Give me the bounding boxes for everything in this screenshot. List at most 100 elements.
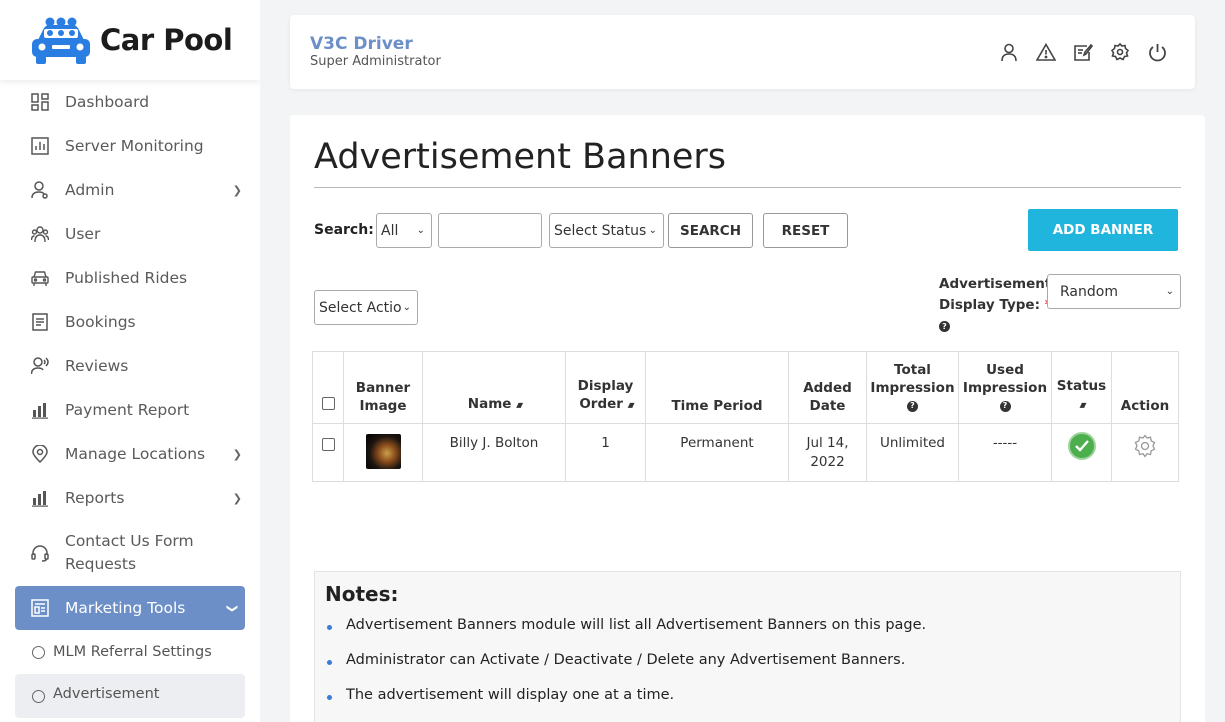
help-icon[interactable]: ? [999, 400, 1011, 412]
status-active-icon[interactable] [1067, 432, 1096, 460]
sidebar-item-label: Admin [65, 181, 115, 199]
sidebar-subitem-label: MLM Referral Settings [53, 644, 212, 660]
sidebar-item-label: User [65, 225, 101, 243]
display-type-label: Advertisement Display Type: * ? [939, 274, 1052, 337]
display-type-select[interactable]: Random ⌄ [1047, 274, 1181, 309]
edit-icon[interactable] [1073, 42, 1093, 62]
app-name: Car Pool [100, 23, 233, 57]
header-label: Added [803, 380, 852, 396]
select-all-checkbox[interactable] [321, 397, 335, 410]
display-type-label-line1: Advertisement [939, 276, 1052, 292]
status-select[interactable]: Select Status ⌄ [549, 213, 664, 248]
sidebar-subitem-mlm-referral[interactable]: MLM Referral Settings [0, 630, 260, 674]
notes-title: Notes: [325, 582, 399, 606]
car-icon [30, 268, 50, 288]
power-icon[interactable] [1147, 42, 1167, 62]
name-cell: Billy J. Bolton [422, 423, 566, 482]
sidebar-item-contact-us[interactable]: Contact Us Form Requests [0, 520, 260, 586]
table-header-row: Banner Image Name ▴▾ Display Order ▴▾ Time… [312, 351, 1179, 424]
status-cell [1051, 423, 1112, 482]
sidebar-item-label: Dashboard [65, 93, 150, 111]
car-pool-logo-icon [32, 17, 90, 64]
sidebar-item-server-monitoring[interactable]: Server Monitoring [0, 124, 260, 168]
sidebar-item-reports[interactable]: Reports ❯ [0, 476, 260, 520]
list-item: Administrator can Activate / Deactivate … [327, 652, 926, 687]
header-label: Image [359, 398, 407, 414]
note-text: Administrator can Activate / Deactivate … [346, 652, 906, 668]
total-impression-cell: Unlimited [866, 423, 959, 482]
header-label: Used [986, 362, 1024, 378]
sidebar-item-label: Contact Us Form Requests [65, 532, 194, 573]
select-all-header [312, 351, 344, 424]
header-label: Status [1056, 378, 1107, 394]
title-divider [314, 187, 1181, 188]
reviews-icon [30, 356, 50, 376]
headset-icon [30, 543, 50, 563]
header-display-order[interactable]: Display Order ▴▾ [565, 351, 646, 424]
sidebar-item-admin[interactable]: Admin ❯ [0, 168, 260, 212]
sidebar-item-payment-report[interactable]: Payment Report [0, 388, 260, 432]
sidebar-item-label: Published Rides [65, 269, 188, 287]
marketing-icon [30, 598, 50, 618]
help-icon[interactable]: ? [939, 320, 950, 332]
sidebar-item-user[interactable]: User [0, 212, 260, 256]
header-status[interactable]: Status ▴▾ [1051, 351, 1112, 424]
gear-icon[interactable] [1133, 434, 1157, 464]
sidebar-item-dashboard[interactable]: Dashboard [0, 80, 260, 124]
sidebar-item-label: Marketing Tools [65, 599, 186, 617]
notes-list: Advertisement Banners module will list a… [327, 617, 926, 722]
header-time-period: Time Period [645, 351, 789, 424]
notes-panel: Notes: Advertisement Banners module will… [314, 571, 1181, 722]
header-label: Total [894, 362, 931, 378]
reset-button[interactable]: RESET [763, 213, 848, 248]
note-text: Advertisement Banners module will list a… [346, 617, 927, 633]
sidebar-item-published-rides[interactable]: Published Rides [0, 256, 260, 300]
header-action: Action [1111, 351, 1179, 424]
search-button[interactable]: SEARCH [668, 213, 753, 248]
chevron-down-icon: ⌄ [648, 225, 657, 236]
monitor-chart-icon [30, 136, 50, 156]
used-impression-cell: ----- [958, 423, 1052, 482]
row-select-cell [312, 423, 344, 482]
profile-icon[interactable] [999, 42, 1019, 62]
header-name[interactable]: Name ▴▾ [422, 351, 566, 424]
search-label: Search: [314, 222, 374, 238]
chevron-down-icon: ⌄ [416, 225, 425, 236]
chevron-right-icon: ❯ [232, 448, 242, 461]
add-banner-button[interactable]: ADD BANNER [1028, 209, 1178, 251]
help-icon[interactable]: ? [907, 400, 918, 412]
sidebar-nav: Dashboard Server Monitoring Admin ❯ User [0, 80, 260, 718]
header-total-impression: Total Impression? [866, 351, 959, 424]
sidebar-item-label: Reports [65, 489, 125, 507]
table-row: Billy J. Bolton 1 Permanent Jul 14, 2022 … [312, 423, 1179, 482]
logo[interactable]: Car Pool [0, 0, 260, 80]
sidebar-item-marketing-tools[interactable]: Marketing Tools ❯ [15, 586, 245, 630]
settings-icon[interactable] [1110, 42, 1130, 62]
sidebar-item-label: Reviews [65, 357, 129, 375]
bullet-icon [327, 625, 332, 630]
circle-icon [32, 645, 45, 659]
search-filter-select[interactable]: All ⌄ [376, 213, 432, 248]
admin-user-icon [30, 180, 50, 200]
sidebar-subitem-advertisement[interactable]: Advertisement [15, 674, 245, 718]
bullet-icon [327, 695, 332, 700]
sort-icon: ▴▾ [627, 400, 635, 411]
banner-image-cell [343, 423, 423, 482]
header-label: Order [579, 396, 623, 412]
sidebar-item-label: Payment Report [65, 401, 190, 419]
display-order-cell: 1 [565, 423, 646, 482]
bullet-icon [327, 660, 332, 665]
sidebar-item-reviews[interactable]: Reviews [0, 344, 260, 388]
sidebar-item-bookings[interactable]: Bookings [0, 300, 260, 344]
bar-chart-icon [30, 400, 50, 420]
search-input[interactable] [438, 213, 542, 248]
alert-icon[interactable] [1036, 42, 1056, 62]
banner-thumbnail[interactable] [365, 434, 401, 469]
note-text: The advertisement will display one at a … [346, 687, 675, 703]
bulk-action-select[interactable]: Select Actio ⌄ [314, 290, 418, 325]
row-checkbox[interactable] [321, 438, 335, 451]
chevron-right-icon: ❯ [232, 184, 242, 197]
header-added-date: Added Date [788, 351, 867, 424]
sidebar-item-manage-locations[interactable]: Manage Locations ❯ [0, 432, 260, 476]
added-date-line1: Jul 14, [806, 435, 849, 451]
